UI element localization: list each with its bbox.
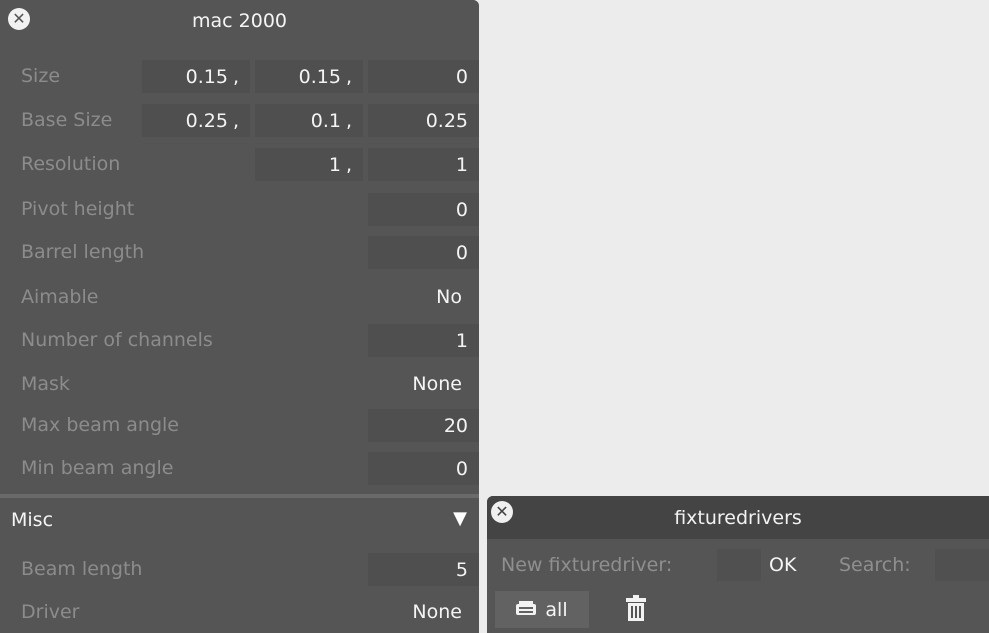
driver-value[interactable]: None (412, 590, 462, 633)
triangle-down-icon[interactable]: ▼ (453, 508, 467, 529)
ok-button[interactable]: OK (769, 545, 796, 585)
size-x-field[interactable]: 0.15, (142, 60, 250, 93)
resolution-x-field[interactable]: 1, (255, 148, 363, 181)
mask-row: Mask None (0, 362, 479, 406)
barrel-length-value: 0 (455, 241, 468, 264)
barrel-length-field[interactable]: 0 (368, 236, 479, 269)
beam-length-label: Beam length (21, 558, 143, 580)
separator: , (345, 109, 352, 132)
fixturedrivers-title: fixturedrivers (674, 506, 802, 529)
pivot-height-label: Pivot height (21, 198, 135, 220)
all-button-label: all (545, 598, 568, 621)
new-fixturedriver-label: New fixturedriver: (501, 554, 673, 576)
mask-value[interactable]: None (412, 362, 462, 406)
mask-label: Mask (21, 373, 70, 395)
separator: , (345, 153, 352, 176)
aimable-label: Aimable (21, 286, 99, 308)
pivot-height-value: 0 (455, 198, 468, 221)
all-button[interactable]: all (495, 591, 589, 628)
number-of-channels-row: Number of channels 1 (0, 318, 479, 362)
driver-row: Driver None (0, 590, 479, 633)
resolution-y-value: 1 (455, 153, 468, 176)
base-size-y-value: 0.1 (310, 109, 341, 132)
search-label: Search: (839, 554, 911, 576)
fixturedrivers-titlebar: ✕ fixturedrivers (487, 496, 989, 539)
min-beam-angle-label: Min beam angle (21, 457, 174, 479)
new-fixturedriver-input[interactable] (717, 549, 761, 581)
min-beam-angle-row: Min beam angle 0 (0, 446, 479, 490)
base-size-z-value: 0.25 (425, 109, 468, 132)
beam-length-field[interactable]: 5 (368, 553, 479, 586)
size-row: Size 0.15, 0.15, 0 (0, 54, 479, 98)
base-size-label: Base Size (21, 109, 113, 131)
max-beam-angle-field[interactable]: 20 (368, 409, 479, 442)
min-beam-angle-field[interactable]: 0 (368, 452, 479, 485)
size-label: Size (21, 65, 61, 87)
base-size-x-field[interactable]: 0.25, (142, 104, 250, 137)
aimable-value[interactable]: No (436, 275, 462, 319)
barrel-length-row: Barrel length 0 (0, 230, 479, 274)
resolution-row: Resolution 1, 1 (0, 142, 479, 186)
trash-icon[interactable] (623, 593, 649, 623)
pivot-height-field[interactable]: 0 (368, 193, 479, 226)
size-z-value: 0 (455, 65, 468, 88)
base-size-x-value: 0.25 (185, 109, 228, 132)
search-input[interactable] (935, 549, 989, 581)
base-size-row: Base Size 0.25, 0.1, 0.25 (0, 98, 479, 142)
size-x-value: 0.15 (185, 65, 228, 88)
driver-label: Driver (21, 601, 80, 623)
base-size-y-field[interactable]: 0.1, (255, 104, 363, 137)
number-of-channels-value: 1 (455, 329, 468, 352)
panel-title: mac 2000 (192, 10, 287, 32)
size-y-field[interactable]: 0.15, (255, 60, 363, 93)
misc-section-header[interactable]: Misc ▼ (0, 498, 479, 542)
fixturedrivers-panel: ✕ fixturedrivers New fixturedriver: OK S… (487, 496, 989, 633)
barrel-length-label: Barrel length (21, 241, 145, 263)
max-beam-angle-value: 20 (443, 414, 468, 437)
size-z-field[interactable]: 0 (368, 60, 479, 93)
resolution-y-field[interactable]: 1 (368, 148, 479, 181)
aimable-row: Aimable No (0, 275, 479, 319)
min-beam-angle-value: 0 (455, 457, 468, 480)
list-icon (516, 600, 537, 619)
misc-header-label: Misc (11, 509, 54, 531)
separator: , (345, 65, 352, 88)
resolution-x-value: 1 (328, 153, 341, 176)
pivot-height-row: Pivot height 0 (0, 187, 479, 231)
max-beam-angle-label: Max beam angle (21, 414, 179, 436)
close-icon[interactable]: ✕ (491, 501, 513, 523)
max-beam-angle-row: Max beam angle 20 (0, 403, 479, 447)
number-of-channels-label: Number of channels (21, 329, 213, 351)
separator: , (232, 109, 239, 132)
fixturedriver-toolbar: New fixturedriver: OK Search: (487, 545, 989, 585)
close-icon[interactable]: ✕ (8, 8, 30, 30)
beam-length-row: Beam length 5 (0, 547, 479, 591)
panel-titlebar: ✕ mac 2000 (0, 0, 479, 42)
separator: , (232, 65, 239, 88)
beam-length-value: 5 (455, 558, 468, 581)
fixture-properties-panel: ✕ mac 2000 Size 0.15, 0.15, 0 Base Size … (0, 0, 479, 633)
number-of-channels-field[interactable]: 1 (368, 324, 479, 357)
size-y-value: 0.15 (298, 65, 341, 88)
base-size-z-field[interactable]: 0.25 (368, 104, 479, 137)
resolution-label: Resolution (21, 153, 121, 175)
